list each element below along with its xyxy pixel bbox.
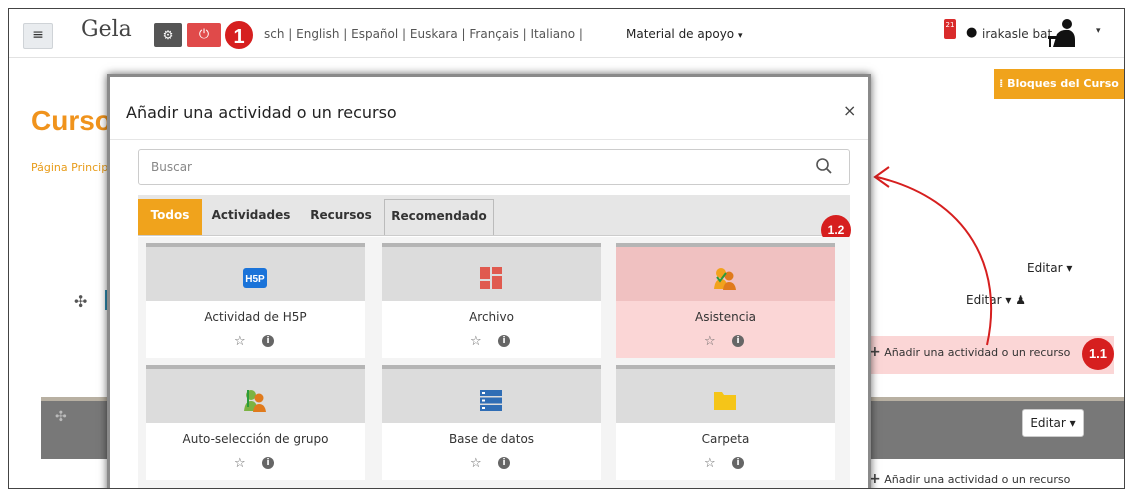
card-name: Archivo <box>469 310 514 324</box>
star-icon[interactable]: ☆ <box>234 334 246 349</box>
modal-divider <box>110 139 868 140</box>
modal-title: Añadir una actividad o un recurso <box>126 103 397 122</box>
card-name: Actividad de H5P <box>204 310 307 324</box>
annotation-badge-1-1: 1.1 <box>1082 338 1114 370</box>
add-activity-modal: Añadir una actividad o un recurso × Busc… <box>107 74 871 488</box>
tab-recomendado[interactable]: Recomendado <box>384 199 494 235</box>
move-icon[interactable]: ✣ <box>74 292 87 311</box>
gears-icon: ⚙ <box>162 28 174 42</box>
activity-card-auto-seleccion[interactable]: Auto-selección de grupo ☆ i <box>146 365 365 480</box>
card-header <box>616 243 835 301</box>
search-input[interactable]: Buscar <box>138 149 850 185</box>
breadcrumb[interactable]: Página Princip <box>31 161 108 174</box>
activity-card-carpeta[interactable]: Carpeta ☆ i <box>616 365 835 480</box>
move-icon-2[interactable]: ✣ <box>55 409 67 425</box>
star-icon[interactable]: ☆ <box>704 334 716 349</box>
file-icon <box>480 267 502 289</box>
annotation-arrow <box>873 166 993 346</box>
card-header: H5P <box>146 243 365 301</box>
star-icon[interactable]: ☆ <box>234 456 246 471</box>
tab-bar: Todos Actividades Recursos Recomendado <box>138 195 850 236</box>
edit-menu-3[interactable]: Editar ▾ <box>1022 409 1084 437</box>
add-activity-label-2: Añadir una actividad o un recurso <box>884 473 1071 486</box>
notification-bell-icon[interactable]: 21 <box>944 19 956 39</box>
folder-icon <box>714 392 736 410</box>
star-icon[interactable]: ☆ <box>704 456 716 471</box>
page-title: Curso <box>31 105 112 136</box>
chat-bubble-icon[interactable]: ● <box>966 25 977 40</box>
edit-menu-1[interactable]: Editar ▾ <box>1027 261 1072 275</box>
star-icon[interactable]: ☆ <box>470 334 482 349</box>
activity-card-base-de-datos[interactable]: Base de datos ☆ i <box>382 365 601 480</box>
info-icon[interactable]: i <box>498 457 510 469</box>
search-placeholder: Buscar <box>151 160 192 174</box>
course-blocks-button[interactable]: ⁞ Bloques del Curso <box>994 69 1124 99</box>
star-icon[interactable]: ☆ <box>470 456 482 471</box>
tab-actividades[interactable]: Actividades <box>204 199 298 235</box>
add-activity-link-2[interactable]: + Añadir una actividad o un recurso <box>869 471 1070 487</box>
card-header <box>146 365 365 423</box>
logout-button[interactable]: ⏻ <box>187 23 221 47</box>
hamburger-icon: ≡ <box>32 27 44 43</box>
site-logo[interactable]: Gela <box>81 17 132 42</box>
activity-card-asistencia[interactable]: Asistencia ☆ i <box>616 243 835 358</box>
top-navbar: ≡ Gela ⚙ ⏻ 1 sch | English | Español | E… <box>9 9 1124 58</box>
material-menu[interactable]: Material de apoyo ▾ <box>626 27 743 41</box>
material-label: Material de apoyo <box>626 27 735 41</box>
annotation-badge-1: 1 <box>223 19 255 51</box>
activity-card-h5p[interactable]: H5P Actividad de H5P ☆ i <box>146 243 365 358</box>
logo-text: Gela <box>81 17 132 42</box>
card-header <box>382 365 601 423</box>
info-icon[interactable]: i <box>262 335 274 347</box>
info-icon[interactable]: i <box>732 457 744 469</box>
attendance-icon <box>714 268 736 290</box>
screen-frame: ≡ Gela ⚙ ⏻ 1 sch | English | Español | E… <box>8 8 1125 489</box>
tab-recursos[interactable]: Recursos <box>300 199 382 235</box>
info-icon[interactable]: i <box>498 335 510 347</box>
h5p-icon: H5P <box>243 268 267 288</box>
svg-text:H5P: H5P <box>245 274 265 285</box>
card-header <box>382 243 601 301</box>
card-name: Asistencia <box>694 310 757 324</box>
card-name: Carpeta <box>701 432 750 446</box>
close-icon[interactable]: × <box>843 101 856 120</box>
info-icon[interactable]: i <box>262 457 274 469</box>
activity-grid: H5P Actividad de H5P ☆ i Archivo ☆ i Asi… <box>138 237 850 488</box>
tab-todos[interactable]: Todos <box>138 199 202 235</box>
chevron-down-icon: ▾ <box>737 31 743 41</box>
search-icon[interactable] <box>815 157 833 175</box>
language-menu[interactable]: sch | English | Español | Euskara | Fran… <box>264 27 583 41</box>
activity-card-archivo[interactable]: Archivo ☆ i <box>382 243 601 358</box>
power-icon: ⏻ <box>198 27 210 42</box>
menu-toggle-button[interactable]: ≡ <box>23 23 53 49</box>
admin-settings-button[interactable]: ⚙ <box>154 23 182 47</box>
card-name: Base de datos <box>448 432 535 446</box>
user-menu-chevron-icon[interactable]: ▾ <box>1096 26 1101 36</box>
user-name[interactable]: irakasle bat <box>982 27 1052 41</box>
info-icon[interactable]: i <box>732 335 744 347</box>
group-selection-icon <box>244 390 266 412</box>
database-icon <box>480 390 502 411</box>
card-name: Auto-selección de grupo <box>182 432 329 446</box>
card-header <box>616 365 835 423</box>
user-avatar-icon[interactable] <box>1045 18 1077 48</box>
